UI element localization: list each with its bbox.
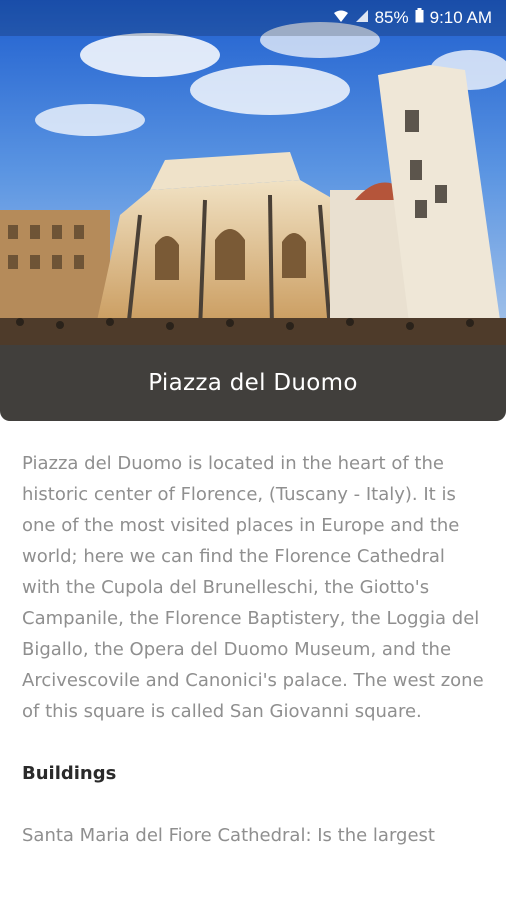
page-title: Piazza del Duomo [148,370,358,396]
duomo-photo [0,0,506,345]
building-description: Santa Maria del Fiore Cathedral: Is the … [22,825,435,846]
status-bar: 85% 9:10 AM [0,0,506,36]
title-banner: Piazza del Duomo [0,345,506,421]
battery-level: 85% [374,8,409,27]
description-text: Piazza del Duomo is located in the heart… [22,453,484,722]
battery-icon [415,8,424,28]
hero-image [0,0,506,345]
article-content: Piazza del Duomo is located in the heart… [22,448,488,851]
buildings-heading: Buildings [22,763,117,784]
signal-icon [355,8,369,28]
wifi-icon [333,8,349,28]
clock: 9:10 AM [429,8,492,27]
